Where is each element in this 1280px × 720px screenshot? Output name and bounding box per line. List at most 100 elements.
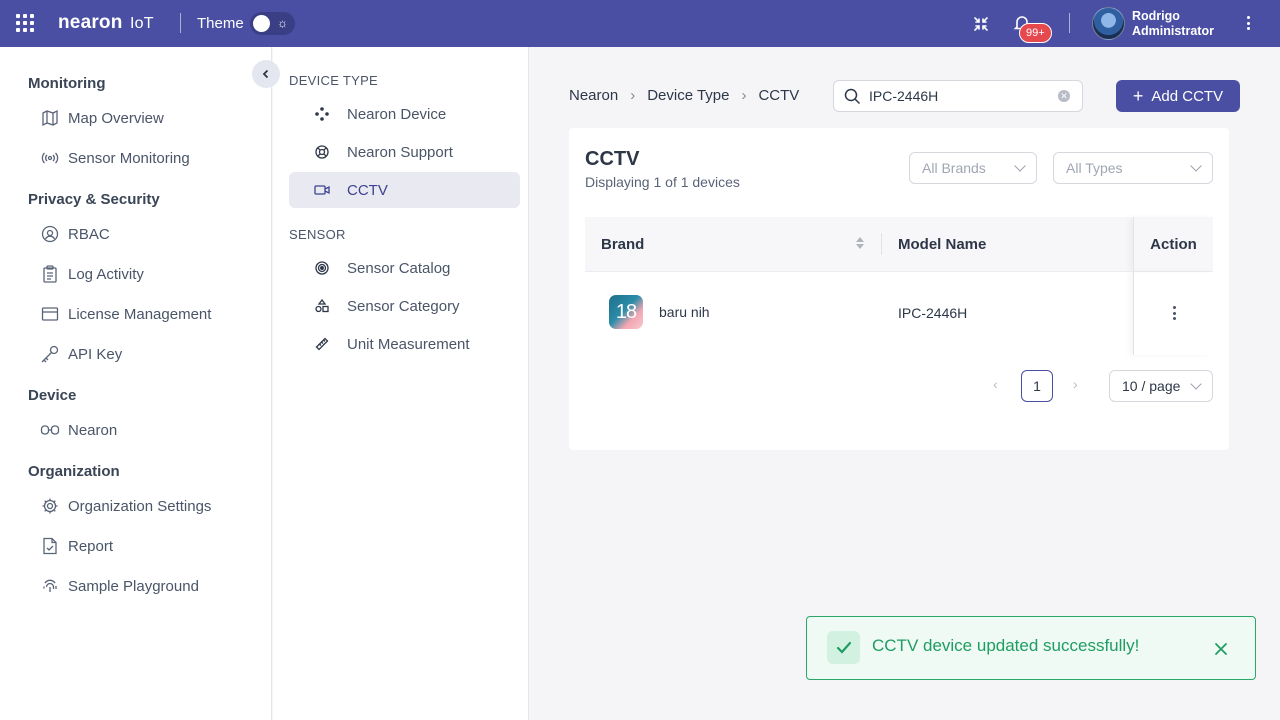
video-camera-icon <box>313 181 331 199</box>
user-circle-icon <box>40 224 60 244</box>
clear-search-icon[interactable]: ✕ <box>1058 90 1070 102</box>
sidebar-item-label: API Key <box>68 345 123 363</box>
menu-item-label: CCTV <box>347 181 388 199</box>
sidebar-item-map-overview[interactable]: Map Overview <box>40 105 260 131</box>
ruler-icon <box>313 335 331 353</box>
gear-icon <box>40 496 60 516</box>
menu-item-label: Sensor Category <box>347 297 460 315</box>
brand-cell: baru nih <box>659 304 710 320</box>
search-input[interactable] <box>869 88 1049 104</box>
sensor-heading: SENSOR <box>289 227 346 242</box>
user-name: Rodrigo <box>1132 9 1180 23</box>
sidebar-item-label: Sample Playground <box>68 577 199 595</box>
add-cctv-label: Add CCTV <box>1151 87 1224 105</box>
sidebar-item-label: Report <box>68 537 114 555</box>
notification-badge: 99+ <box>1019 23 1052 43</box>
add-cctv-button[interactable]: + Add CCTV <box>1116 80 1240 112</box>
result-count: Displaying 1 of 1 devices <box>585 174 740 190</box>
table-header: Brand Model Name Action <box>585 217 1213 271</box>
chevron-left-icon <box>262 69 269 79</box>
sidebar-item-organization-settings[interactable]: Organization Settings <box>40 493 260 519</box>
page-size-select[interactable]: 10 / page <box>1109 370 1213 402</box>
divider <box>1069 13 1070 33</box>
diamond-dots-icon <box>313 105 331 123</box>
user-info[interactable]: Rodrigo Administrator <box>1132 9 1214 39</box>
type-filter-select[interactable]: All Types <box>1053 152 1213 184</box>
sidebar-section-monitoring: Monitoring <box>28 75 106 92</box>
device-type-heading: DEVICE TYPE <box>289 73 379 88</box>
more-icon[interactable] <box>1240 13 1256 33</box>
model-cell: IPC-2446H <box>898 305 968 321</box>
sidebar-item-sensor-monitoring[interactable]: Sensor Monitoring <box>40 145 260 171</box>
menu-item-label: Nearon Device <box>347 105 447 123</box>
toast-message: CCTV device updated successfully! <box>872 636 1140 655</box>
device-type-panel: DEVICE TYPE Nearon Device Nearon Support… <box>273 47 529 720</box>
sort-icon[interactable] <box>856 237 864 249</box>
sidebar-item-nearon[interactable]: Nearon <box>40 417 260 443</box>
prev-page-icon[interactable]: ‹ <box>993 376 998 392</box>
action-cell <box>1133 272 1213 355</box>
sidebar-item-api-key[interactable]: API Key <box>40 341 260 367</box>
brand-logo: 18 <box>609 295 643 329</box>
target-icon <box>313 259 331 277</box>
fingerprint-icon <box>40 576 60 596</box>
avatar[interactable] <box>1092 7 1125 40</box>
menu-item-nearon-support[interactable]: Nearon Support <box>289 134 520 170</box>
menu-item-sensor-catalog[interactable]: Sensor Catalog <box>289 250 520 286</box>
sidebar-item-label: RBAC <box>68 225 110 243</box>
menu-item-sensor-category[interactable]: Sensor Category <box>289 288 520 324</box>
sun-icon: ☼ <box>277 16 288 30</box>
sidebar-section-privacy-security: Privacy & Security <box>28 191 160 208</box>
sidebar-item-rbac[interactable]: RBAC <box>40 221 260 247</box>
success-toast: CCTV device updated successfully! <box>806 616 1256 680</box>
breadcrumb-item[interactable]: Device Type <box>647 87 729 104</box>
search-box: ✕ <box>833 80 1083 112</box>
divider <box>180 13 181 33</box>
breadcrumb-item[interactable]: Nearon <box>569 87 618 104</box>
next-page-icon[interactable]: › <box>1073 376 1078 392</box>
breadcrumb-item-current: CCTV <box>758 87 800 104</box>
chevron-right-icon: › <box>630 87 636 104</box>
brand-filter-select[interactable]: All Brands <box>909 152 1037 184</box>
sidebar-item-sample-playground[interactable]: Sample Playground <box>40 573 260 599</box>
row-actions-icon[interactable] <box>1169 306 1179 320</box>
table-row: 18 baru nih IPC-2446H <box>585 271 1213 355</box>
theme-label: Theme <box>197 15 244 32</box>
toggle-knob <box>253 15 270 32</box>
menu-item-unit-measurement[interactable]: Unit Measurement <box>289 326 520 362</box>
shapes-icon <box>313 297 331 315</box>
page-size-value: 10 / page <box>1122 378 1181 394</box>
menu-item-label: Nearon Support <box>347 143 453 161</box>
type-filter-placeholder: All Types <box>1066 160 1123 176</box>
chevron-down-icon <box>1190 378 1202 390</box>
exit-fullscreen-icon[interactable] <box>972 15 990 33</box>
apps-grid-icon[interactable] <box>16 14 34 32</box>
user-role: Administrator <box>1132 24 1214 38</box>
menu-item-nearon-device[interactable]: Nearon Device <box>289 96 520 132</box>
key-icon <box>40 344 60 364</box>
column-divider <box>881 233 882 255</box>
collapse-sidebar-button[interactable] <box>252 60 280 88</box>
menu-item-cctv[interactable]: CCTV <box>289 172 520 208</box>
close-icon[interactable] <box>1211 639 1231 659</box>
chevron-down-icon <box>1014 160 1026 172</box>
brand-filter-placeholder: All Brands <box>922 160 986 176</box>
column-header-brand[interactable]: Brand <box>601 236 644 253</box>
sidebar-item-license-management[interactable]: License Management <box>40 301 260 327</box>
breadcrumb: Nearon › Device Type › CCTV <box>569 87 799 104</box>
sidebar-section-device: Device <box>28 387 77 404</box>
sidebar-item-log-activity[interactable]: Log Activity <box>40 261 260 287</box>
check-icon <box>827 631 860 664</box>
theme-toggle[interactable]: ☼ <box>250 12 295 35</box>
menu-item-label: Unit Measurement <box>347 335 470 353</box>
plus-icon: + <box>1132 86 1144 106</box>
sidebar-section-organization: Organization <box>28 463 120 480</box>
page-number[interactable]: 1 <box>1021 370 1053 402</box>
sidebar-item-label: Organization Settings <box>68 497 212 515</box>
devices-table: Brand Model Name Action 18 baru nih IPC-… <box>585 217 1213 355</box>
menu-item-label: Sensor Catalog <box>347 259 451 277</box>
sidebar-item-report[interactable]: Report <box>40 533 260 559</box>
top-bar: nearon IoT Theme ☼ 99+ Rodrigo Administr… <box>0 0 1280 47</box>
sidebar-item-label: Sensor Monitoring <box>68 149 190 167</box>
chevron-right-icon: › <box>741 87 747 104</box>
